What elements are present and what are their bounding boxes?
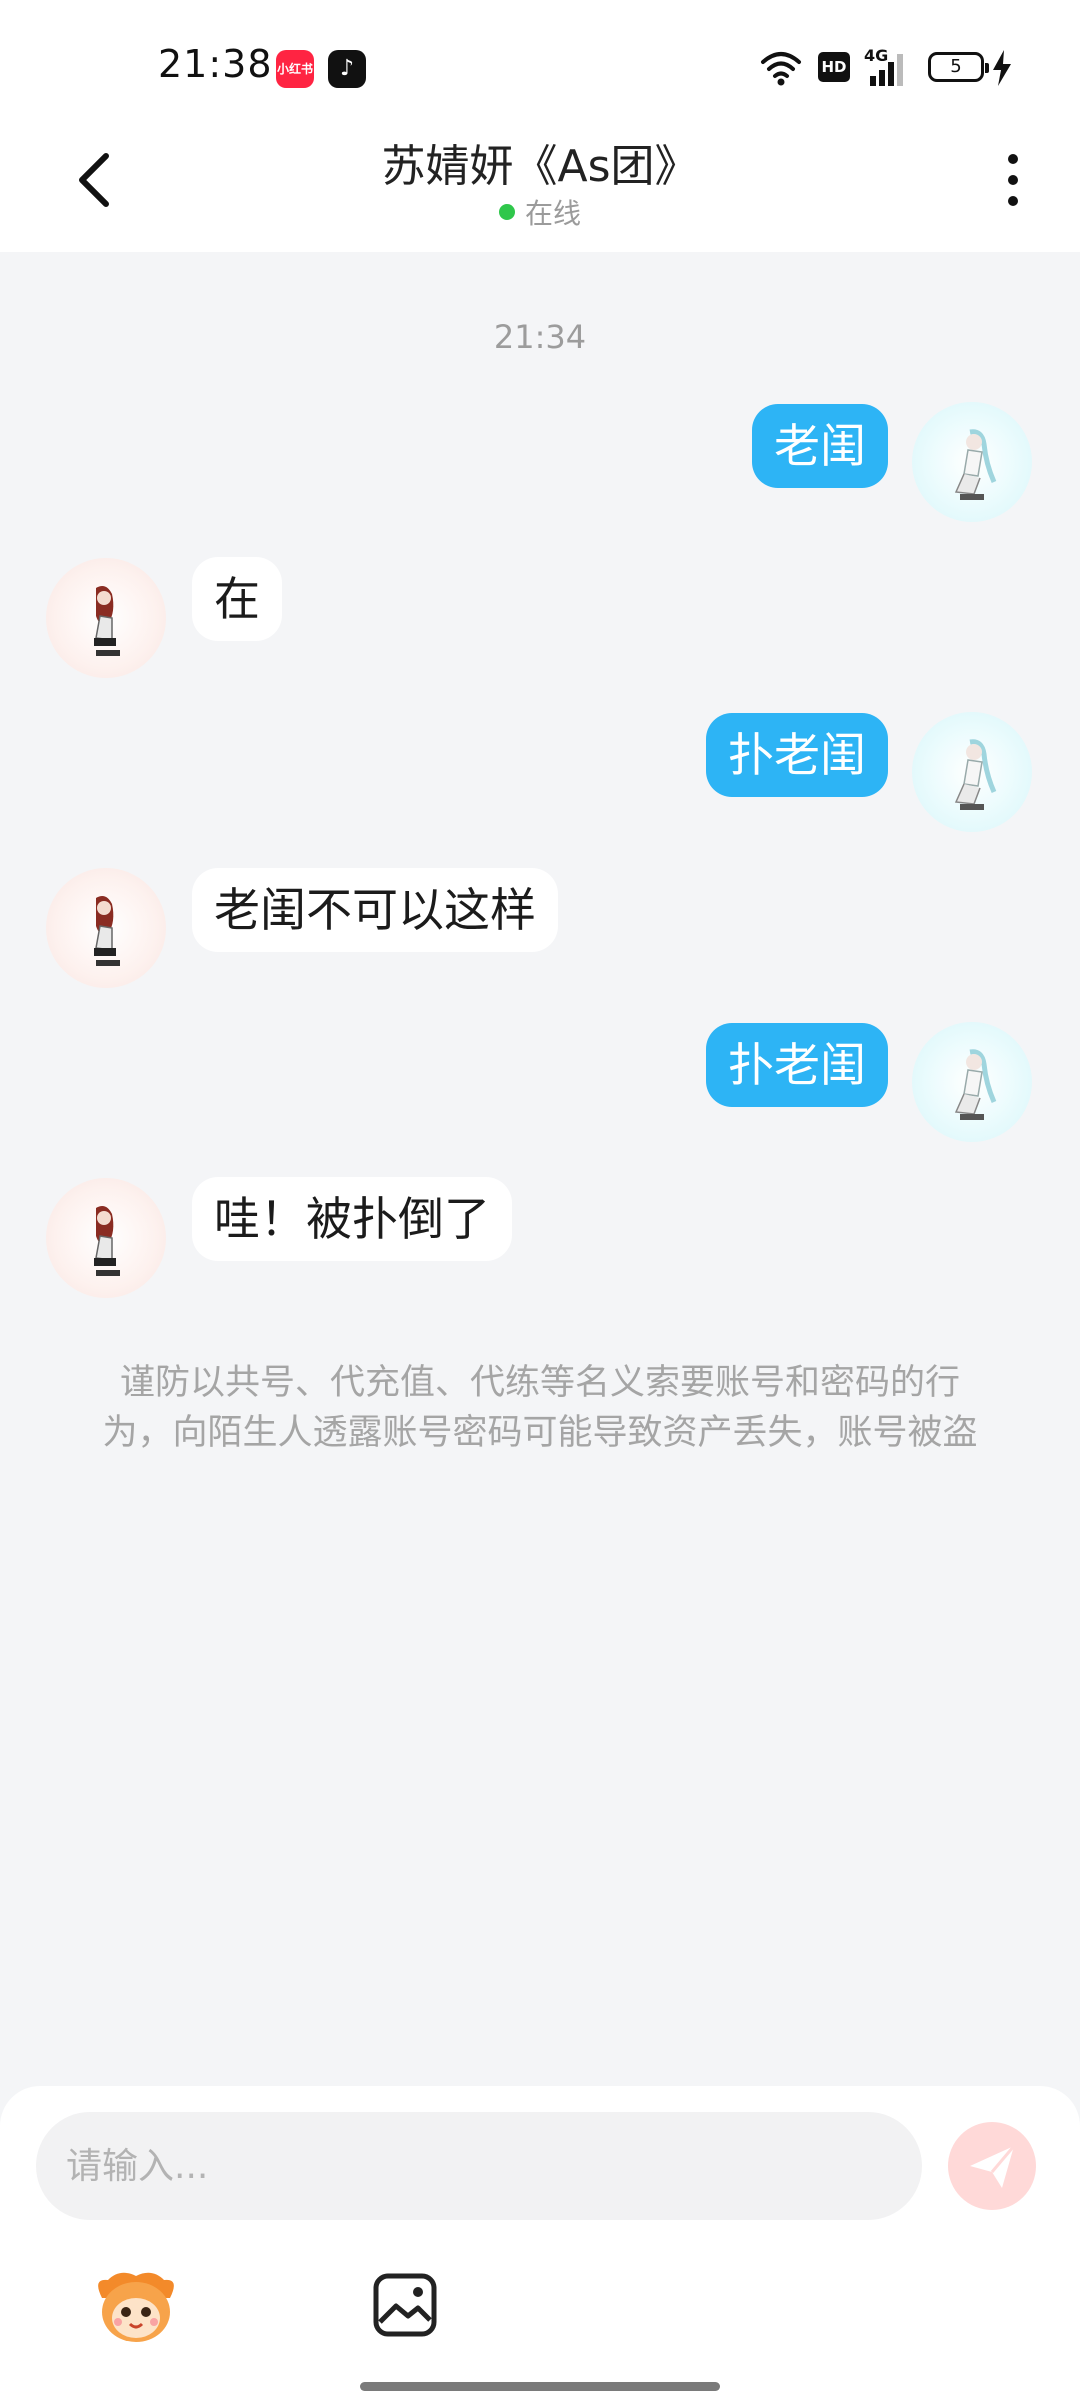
peer-avatar[interactable] [46,1178,166,1298]
message-input[interactable] [36,2112,922,2220]
my-avatar[interactable] [912,402,1032,522]
message-bubble[interactable]: 扑老闺 [706,1023,888,1107]
anime-girl-avatar-icon [954,1049,997,1120]
charging-icon [993,50,1011,86]
anime-girl-avatar-icon [954,429,997,500]
my-avatar[interactable] [912,1022,1032,1142]
xiaohongshu-app-icon: 小红书 [276,50,314,88]
battery-indicator: 5 [928,52,989,82]
message-bubble[interactable]: 老闺不可以这样 [192,868,558,952]
anime-girl-avatar-icon [954,739,997,810]
anime-girl-avatar-icon [94,586,120,656]
online-dot-icon [498,204,515,220]
message-bubble[interactable]: 扑老闺 [706,713,888,797]
douyin-app-icon: ♪ [328,50,366,88]
peer-avatar[interactable] [46,558,166,678]
message-bubble[interactable]: 老闺 [752,404,888,488]
peer-avatar[interactable] [46,868,166,988]
send-button[interactable] [948,2122,1036,2210]
message-bubble[interactable]: 在 [192,557,282,641]
security-notice: 谨防以共号、代充值、代练等名义索要账号和密码的行 为，向陌生人透露账号密码可能导… [80,1358,1000,1458]
home-indicator[interactable] [360,2382,720,2391]
my-avatar[interactable] [912,712,1032,832]
status-time: 21:38 [158,42,273,86]
wifi-icon [761,52,801,86]
anime-girl-avatar-icon [94,896,120,966]
presence-label: 在线 [524,197,581,230]
image-picker-button[interactable] [372,2272,438,2338]
message-timestamp: 21:34 [493,318,587,356]
anime-girl-avatar-icon [94,1206,120,1276]
chat-title: 苏婧妍《As团》 [381,141,699,192]
hd-icon: HD [818,52,850,82]
security-notice-line: 为，向陌生人透露账号密码可能导致资产丢失，账号被盗 [102,1413,978,1453]
mascot-emoji-button[interactable] [90,2268,182,2348]
message-bubble[interactable]: 哇！被扑倒了 [192,1177,512,1261]
security-notice-line: 谨防以共号、代充值、代练等名义索要账号和密码的行 [119,1363,960,1403]
more-options-button[interactable] [998,150,1028,210]
send-icon [970,2145,1016,2188]
signal-icon [870,54,903,86]
presence-status: 在线 [0,192,1080,232]
